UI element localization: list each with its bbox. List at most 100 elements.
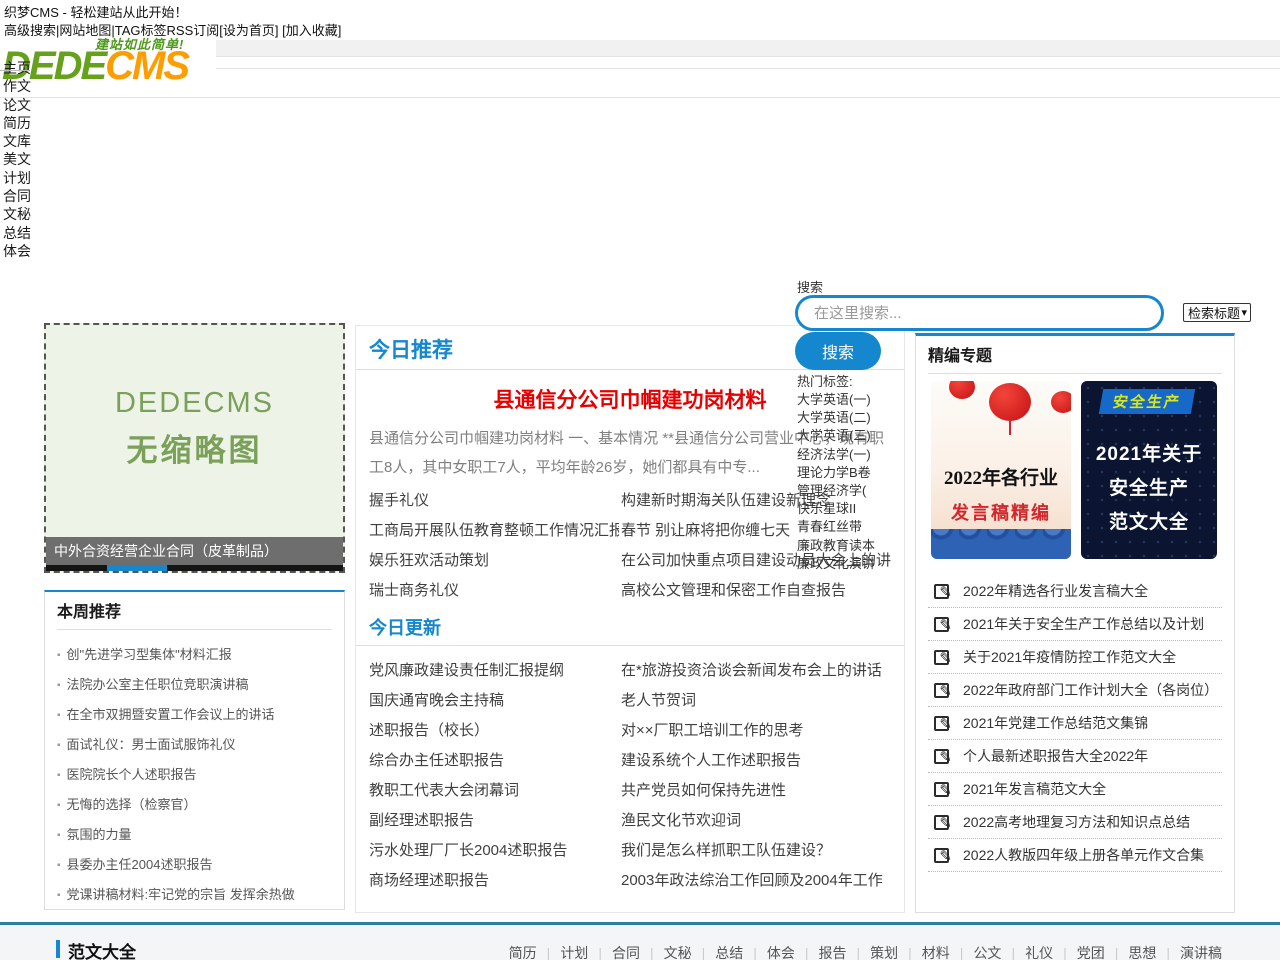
list-item[interactable]: ✎2022高考地理复习方法和知识点总结 xyxy=(928,806,1222,839)
search-button[interactable]: 搜索 xyxy=(795,332,881,370)
list-item[interactable]: 县委办主任2004述职报告 xyxy=(57,850,334,880)
list-item[interactable]: 工商局开展队伍教育整顿工作情况汇报 xyxy=(369,516,619,546)
topic-link[interactable]: 2021年发言稿范文大全 xyxy=(963,773,1106,806)
hot-tag[interactable]: 大学英语(二) xyxy=(797,407,875,425)
list-item[interactable]: 共产党员如何保持先进性 xyxy=(621,776,906,806)
featured-thumb[interactable]: DEDECMS 无缩略图 中外合资经营企业合同（皮革制品） xyxy=(44,323,345,573)
list-item[interactable]: 建设系统个人工作述职报告 xyxy=(621,746,906,776)
list-item[interactable]: 在*旅游投资洽谈会新闻发布会上的讲话 xyxy=(621,656,906,686)
nav-item-jihua[interactable]: 计划 xyxy=(3,168,31,186)
footer-link[interactable]: 总结 xyxy=(715,943,767,960)
search-label: 搜索 xyxy=(797,277,823,296)
topics-panel-title: 精编专题 xyxy=(928,344,1222,374)
list-item[interactable]: 老人节贺词 xyxy=(621,686,906,716)
topic-card-speeches[interactable]: 2022年各行业 发言稿精编 xyxy=(931,381,1071,559)
list-item[interactable]: 握手礼仪 xyxy=(369,486,619,516)
topic-card-safety[interactable]: 安全生产 2021年关于 安全生产 范文大全 xyxy=(1081,381,1217,559)
topic-link[interactable]: 2022人教版四年级上册各单元作文合集 xyxy=(963,839,1204,872)
footer-link[interactable]: 简历 xyxy=(509,943,561,960)
nav-item-meiwen[interactable]: 美文 xyxy=(3,149,31,167)
top-links-line[interactable]: 高级搜索|网站地图|TAG标签RSS订阅[设为首页] [加入收藏] xyxy=(4,20,341,39)
hot-tag[interactable]: 管理经济学( xyxy=(797,480,875,498)
week-panel-title: 本周推荐 xyxy=(57,600,332,630)
footer-link[interactable]: 文秘 xyxy=(664,943,716,960)
logo[interactable]: DEDECMS 建站如此简单! xyxy=(0,38,216,88)
list-item[interactable]: 教职工代表大会闭幕词 xyxy=(369,776,619,806)
list-item[interactable]: ✎2022人教版四年级上册各单元作文合集 xyxy=(928,839,1222,872)
list-item[interactable]: 渔民文化节欢迎词 xyxy=(621,806,906,836)
list-item[interactable]: ✎2021年关于安全生产工作总结以及计划 xyxy=(928,608,1222,641)
list-item[interactable]: ✎关于2021年疫情防控工作范文大全 xyxy=(928,641,1222,674)
list-item[interactable]: 氛围的力量 xyxy=(57,820,334,850)
footer-link[interactable]: 党团 xyxy=(1077,943,1129,960)
search-field-select[interactable]: 检索标题 ▾ xyxy=(1183,303,1251,322)
topic-link[interactable]: 个人最新述职报告大全2022年 xyxy=(963,740,1148,773)
list-item[interactable]: ✎个人最新述职报告大全2022年 xyxy=(928,740,1222,773)
list-item[interactable]: 瑞士商务礼仪 xyxy=(369,576,619,606)
hot-tag[interactable]: 经济法学(一) xyxy=(797,444,875,462)
footer-link[interactable]: 体会 xyxy=(767,943,819,960)
thumb-caption[interactable]: 中外合资经营企业合同（皮革制品） xyxy=(46,537,343,565)
nav-item-zongjie[interactable]: 总结 xyxy=(3,223,31,241)
list-item[interactable]: 党课讲稿材料:牢记党的宗旨 发挥余热做 xyxy=(57,880,334,910)
list-item[interactable]: 2003年政法综治工作回顾及2004年工作 xyxy=(621,866,906,896)
hot-tag[interactable]: 廉政文化演讲 xyxy=(797,553,875,571)
list-item[interactable]: 国庆通宵晚会主持稿 xyxy=(369,686,619,716)
list-item[interactable]: 法院办公室主任职位竞职演讲稿 xyxy=(57,670,334,700)
topic-link[interactable]: 2022年政府部门工作计划大全（各岗位） xyxy=(963,674,1218,707)
hot-tag[interactable]: 理论力学B卷 xyxy=(797,462,875,480)
footer-link[interactable]: 材料 xyxy=(922,943,974,960)
nav-item-tihui[interactable]: 体会 xyxy=(3,241,31,259)
list-item[interactable]: 医院院长个人述职报告 xyxy=(57,760,334,790)
list-item[interactable]: 对××厂职工培训工作的思考 xyxy=(621,716,906,746)
hot-tag[interactable]: 大学英语(三) xyxy=(797,425,875,443)
nav-item-wenmi[interactable]: 文秘 xyxy=(3,204,31,222)
list-item[interactable]: 党风廉政建设责任制汇报提纲 xyxy=(369,656,619,686)
nav-item-zuowen[interactable]: 作文 xyxy=(3,76,31,94)
list-item[interactable]: 述职报告（校长） xyxy=(369,716,619,746)
list-item[interactable]: ✎2021年党建工作总结范文集锦 xyxy=(928,707,1222,740)
topic-link[interactable]: 关于2021年疫情防控工作范文大全 xyxy=(963,641,1176,674)
update-links-col1: 党风廉政建设责任制汇报提纲 国庆通宵晚会主持稿 述职报告（校长） 综合办主任述职… xyxy=(369,656,619,896)
list-item[interactable]: 我们是怎么样抓职工队伍建设？ xyxy=(621,836,906,866)
list-item[interactable]: 娱乐狂欢活动策划 xyxy=(369,546,619,576)
list-item[interactable]: 副经理述职报告 xyxy=(369,806,619,836)
nav-item-wenku[interactable]: 文库 xyxy=(3,131,31,149)
lantern-tassel xyxy=(1009,421,1011,435)
footer-link[interactable]: 演讲稿 xyxy=(1180,943,1222,960)
search-input[interactable] xyxy=(795,295,1164,331)
nav-item-home[interactable]: 主页 xyxy=(3,58,31,76)
footer-link[interactable]: 策划 xyxy=(870,943,922,960)
list-item[interactable]: 污水处理厂厂长2004述职报告 xyxy=(369,836,619,866)
list-item[interactable]: 综合办主任述职报告 xyxy=(369,746,619,776)
nav-item-lunwen[interactable]: 论文 xyxy=(3,95,31,113)
footer-link[interactable]: 报告 xyxy=(819,943,871,960)
site-slogan: 织梦CMS - 轻松建站从此开始！ xyxy=(4,2,187,21)
hot-tag[interactable]: 青春红丝带 xyxy=(797,516,875,534)
nav-item-jianli[interactable]: 简历 xyxy=(3,113,31,131)
topic-link[interactable]: 2021年党建工作总结范文集锦 xyxy=(963,707,1148,740)
list-item[interactable]: 在全市双拥暨安置工作会议上的讲话 xyxy=(57,700,334,730)
footer-link[interactable]: 计划 xyxy=(560,943,612,960)
list-item[interactable]: 无悔的选择（检察官） xyxy=(57,790,334,820)
list-item[interactable]: ✎2021年发言稿范文大全 xyxy=(928,773,1222,806)
list-item[interactable]: 商场经理述职报告 xyxy=(369,866,619,896)
hot-tag[interactable]: 大学英语(一) xyxy=(797,389,875,407)
hot-tag[interactable]: 廉政教育读本 xyxy=(797,535,875,553)
list-item[interactable]: 面试礼仪：男士面试服饰礼仪 xyxy=(57,730,334,760)
topic-link[interactable]: 2022年精选各行业发言稿大全 xyxy=(963,575,1148,608)
list-item[interactable]: ✎2022年精选各行业发言稿大全 xyxy=(928,575,1222,608)
topic-link[interactable]: 2021年关于安全生产工作总结以及计划 xyxy=(963,608,1204,641)
topic-link[interactable]: 2022高考地理复习方法和知识点总结 xyxy=(963,806,1190,839)
list-item[interactable]: ✎2022年政府部门工作计划大全（各岗位） xyxy=(928,674,1222,707)
hot-tag[interactable]: 快乐星球II xyxy=(797,498,875,516)
footer-link[interactable]: 礼仪 xyxy=(1025,943,1077,960)
footer-section-title: 范文大全 xyxy=(68,938,136,960)
footer-link[interactable]: 公文 xyxy=(973,943,1025,960)
list-item[interactable]: 创"先进学习型集体"材料汇报 xyxy=(57,640,334,670)
footer-link[interactable]: 合同 xyxy=(612,943,664,960)
slider-indicator[interactable] xyxy=(107,565,167,571)
nav-item-hetong[interactable]: 合同 xyxy=(3,186,31,204)
footer-link[interactable]: 思想 xyxy=(1128,943,1180,960)
list-item[interactable]: 高校公文管理和保密工作自查报告 xyxy=(621,576,906,606)
